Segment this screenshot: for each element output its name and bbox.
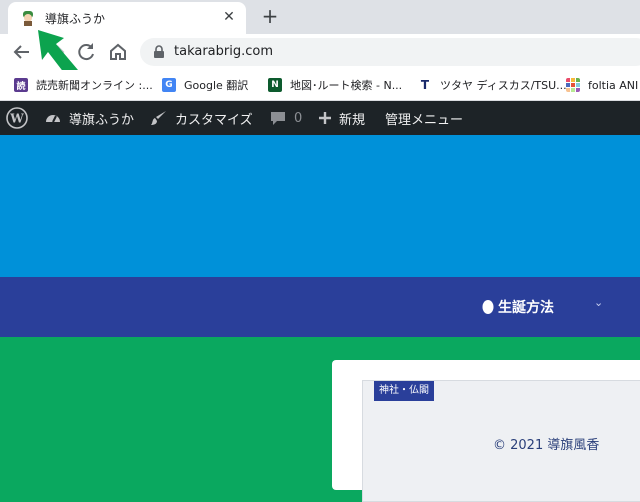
comments-count: 0 bbox=[294, 110, 303, 126]
bookmark-label: foltia ANI bbox=[588, 78, 639, 92]
customize-label: カスタマイズ bbox=[175, 112, 253, 128]
post-thumbnail[interactable]: 神社・仏閣 © 2021 導旗風香 bbox=[362, 380, 640, 502]
site-header-banner bbox=[0, 135, 640, 277]
dashboard-gauge-icon bbox=[46, 115, 60, 123]
google-translate-icon: G bbox=[162, 78, 176, 92]
site-name-menu[interactable]: 導旗ふうか bbox=[44, 101, 134, 135]
copyright-text: © 2021 導旗風香 bbox=[493, 438, 600, 453]
tab-strip: 導旗ふうか ✕ + bbox=[0, 0, 640, 34]
tab-close-icon[interactable]: ✕ bbox=[220, 8, 238, 26]
bookmarks-bar: 読 読売新聞オンライン :... G Google 翻訳 N 地図･ルート検索 … bbox=[0, 70, 640, 101]
wp-admin-bar: W 導旗ふうか カスタマイズ 0 新規 管理メニュー bbox=[0, 101, 640, 135]
address-bar[interactable]: takarabrig.com bbox=[140, 38, 640, 66]
customize-button[interactable]: カスタマイズ bbox=[150, 101, 253, 135]
nav-item-birth-method[interactable]: 生誕方法 bbox=[498, 297, 554, 317]
bookmark-navitime[interactable]: N 地図･ルート検索 - N... bbox=[268, 75, 402, 95]
bookmark-label: 地図･ルート検索 - N... bbox=[290, 79, 403, 92]
bookmark-yomiuri[interactable]: 読 読売新聞オンライン :... bbox=[14, 75, 153, 95]
foltia-icon bbox=[566, 78, 580, 92]
paintbrush-icon bbox=[151, 111, 166, 125]
plus-icon bbox=[319, 112, 331, 124]
egg-icon bbox=[482, 300, 494, 314]
lock-icon bbox=[154, 45, 164, 58]
comment-bubble-icon bbox=[271, 112, 285, 125]
bookmark-label: Google 翻訳 bbox=[184, 79, 249, 92]
wordpress-logo-button[interactable]: W bbox=[6, 101, 35, 135]
comments-button[interactable]: 0 bbox=[269, 101, 302, 135]
bookmark-google-translate[interactable]: G Google 翻訳 bbox=[162, 75, 248, 95]
navitime-icon: N bbox=[268, 78, 282, 92]
category-badge[interactable]: 神社・仏閣 bbox=[374, 381, 434, 401]
tab-title: 導旗ふうか bbox=[45, 12, 106, 26]
bookmark-label: ツタヤ ディスカス/TSU... bbox=[440, 79, 567, 92]
admin-menu-button[interactable]: 管理メニュー bbox=[385, 101, 463, 135]
url-text: takarabrig.com bbox=[174, 44, 273, 59]
admin-menu-label: 管理メニュー bbox=[385, 112, 464, 128]
yomiuri-icon: 読 bbox=[14, 78, 28, 92]
site-favicon-icon bbox=[23, 11, 33, 26]
new-content-button[interactable]: 新規 bbox=[318, 101, 365, 135]
tsutaya-icon: T bbox=[418, 78, 432, 92]
svg-text:W: W bbox=[9, 112, 24, 126]
content-card: 神社・仏閣 © 2021 導旗風香 bbox=[332, 360, 640, 502]
new-tab-icon[interactable]: + bbox=[259, 5, 281, 27]
bookmark-foltia[interactable]: foltia ANI bbox=[566, 75, 638, 95]
bookmark-label: 読売新聞オンライン :... bbox=[36, 79, 153, 92]
new-label: 新規 bbox=[339, 112, 366, 128]
site-name-label: 導旗ふうか bbox=[69, 112, 135, 128]
home-icon[interactable] bbox=[106, 40, 130, 64]
bookmark-tsutaya[interactable]: T ツタヤ ディスカス/TSU... bbox=[418, 75, 567, 95]
chevron-down-icon[interactable]: ⌄ bbox=[594, 296, 603, 309]
back-arrow-icon[interactable] bbox=[10, 40, 34, 64]
wordpress-icon: W bbox=[6, 107, 28, 129]
site-navigation: 生誕方法 ⌄ bbox=[0, 277, 640, 337]
